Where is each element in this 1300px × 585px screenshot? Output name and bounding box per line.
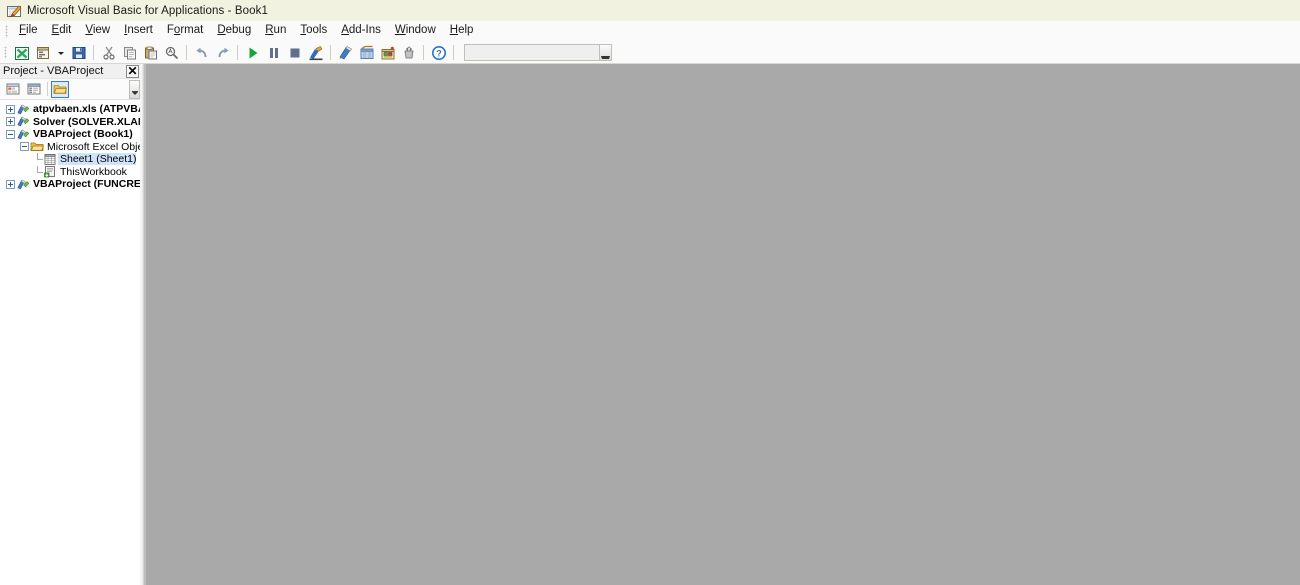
project-tree[interactable]: atpvbaen.xls (ATPVBAEN Solver (S (0, 100, 140, 585)
project-explorer-title: Project - VBAProject (3, 65, 104, 77)
menu-drag-grip[interactable] (5, 24, 8, 38)
insert-userform-icon[interactable] (32, 43, 53, 63)
run-icon[interactable] (242, 43, 263, 63)
save-icon[interactable] (68, 43, 89, 63)
search-input[interactable] (465, 45, 600, 60)
menu-window[interactable]: Window (388, 22, 443, 40)
find-icon[interactable] (161, 43, 182, 63)
tree-item-vbaproject-book1[interactable]: VBAProject (Book1) (0, 128, 140, 141)
project-toolbar-separator (47, 82, 48, 96)
window-title: Microsoft Visual Basic for Applications … (27, 4, 268, 17)
menu-edit[interactable]: Edit (45, 22, 79, 40)
menu-help[interactable]: Help (443, 22, 481, 40)
view-object-button[interactable] (25, 81, 43, 98)
view-excel-icon[interactable] (11, 43, 32, 63)
svg-text:?: ? (436, 48, 442, 58)
design-mode-icon[interactable] (305, 43, 326, 63)
tree-item-label: VBAProject (FUNCRES.XL (33, 178, 140, 191)
expand-icon[interactable] (6, 104, 15, 114)
menu-addins[interactable]: Add-Ins (334, 22, 388, 40)
menu-tools[interactable]: Tools (293, 22, 334, 40)
vba-app-icon (6, 3, 22, 19)
worksheet-icon (43, 153, 57, 166)
tree-item-vbaproject-funcres[interactable]: VBAProject (FUNCRES.XL (0, 178, 140, 191)
expand-icon[interactable] (6, 117, 15, 127)
redo-icon[interactable] (212, 43, 233, 63)
menu-run[interactable]: Run (258, 22, 293, 40)
break-icon[interactable] (263, 43, 284, 63)
tree-connector (34, 165, 43, 178)
vba-project-icon (16, 178, 30, 191)
folder-icon (30, 140, 44, 153)
paste-icon[interactable] (140, 43, 161, 63)
tree-item-label: Solver (SOLVER.XLAM) (33, 115, 140, 128)
project-explorer-caption: Project - VBAProject ✕ (0, 64, 140, 79)
tree-item-atpvbaen[interactable]: atpvbaen.xls (ATPVBAEN (0, 103, 140, 116)
close-icon[interactable]: ✕ (126, 64, 139, 78)
vba-editor-window: Microsoft Visual Basic for Applications … (0, 0, 1300, 585)
project-explorer-panel: Project - VBAProject ✕ atpvbaen.xls (ATP… (0, 64, 140, 585)
project-explorer-toolbar (0, 79, 140, 100)
undo-icon[interactable] (191, 43, 212, 63)
toolbar-separator (237, 45, 238, 60)
project-toolbar-overflow-button[interactable] (129, 79, 140, 99)
reset-icon[interactable] (284, 43, 305, 63)
toolbox-icon[interactable] (398, 43, 419, 63)
vba-project-icon (16, 103, 30, 116)
workbook-icon (43, 165, 57, 178)
workspace: Project - VBAProject ✕ atpvbaen.xls (ATP… (0, 64, 1300, 585)
properties-window-icon[interactable] (356, 43, 377, 63)
standard-toolbar: ? (0, 42, 1300, 64)
tree-connector (34, 153, 43, 165)
tree-item-label: Microsoft Excel Objects (47, 140, 140, 153)
help-icon[interactable]: ? (428, 43, 449, 63)
menu-format[interactable]: Format (160, 22, 210, 40)
tree-item-label: VBAProject (Book1) (33, 128, 133, 141)
copy-icon[interactable] (119, 43, 140, 63)
menu-view[interactable]: View (78, 22, 117, 40)
search-box-handle[interactable] (599, 45, 611, 60)
toolbar-separator (423, 45, 424, 60)
mdi-client-area[interactable] (146, 64, 1300, 585)
toolbar-search-box[interactable] (464, 44, 612, 61)
toggle-folders-button[interactable] (51, 80, 69, 98)
tree-item-thisworkbook[interactable]: ThisWorkbook (0, 165, 140, 179)
tree-item-sheet1[interactable]: Sheet1 (Sheet1) (0, 153, 140, 166)
menu-file[interactable]: File (12, 22, 45, 40)
tree-item-excel-objects[interactable]: Microsoft Excel Objects (0, 141, 140, 154)
tree-item-label: Sheet1 (Sheet1) (58, 153, 137, 166)
object-browser-icon[interactable] (377, 43, 398, 63)
collapse-icon[interactable] (6, 129, 15, 139)
tree-item-label: atpvbaen.xls (ATPVBAEN (33, 103, 140, 116)
tree-item-label: ThisWorkbook (60, 165, 127, 178)
project-explorer-icon[interactable] (335, 43, 356, 63)
toolbar-drag-grip[interactable] (4, 46, 7, 59)
toolbar-separator (186, 45, 187, 60)
menu-insert[interactable]: Insert (117, 22, 160, 40)
menu-bar: File Edit View Insert Format Debug Run T… (0, 21, 1300, 42)
expand-icon[interactable] (6, 179, 15, 189)
vba-project-icon (16, 115, 30, 128)
insert-dropdown-icon[interactable] (53, 43, 68, 63)
title-bar: Microsoft Visual Basic for Applications … (0, 0, 1300, 21)
toolbar-separator (330, 45, 331, 60)
view-code-button[interactable] (4, 81, 22, 98)
collapse-icon[interactable] (20, 142, 29, 152)
menu-debug[interactable]: Debug (210, 22, 258, 40)
vba-project-icon (16, 128, 30, 141)
toolbar-separator (453, 45, 454, 60)
tree-item-solver[interactable]: Solver (SOLVER.XLAM) (0, 116, 140, 129)
cut-icon[interactable] (98, 43, 119, 63)
toolbar-separator (93, 45, 94, 60)
